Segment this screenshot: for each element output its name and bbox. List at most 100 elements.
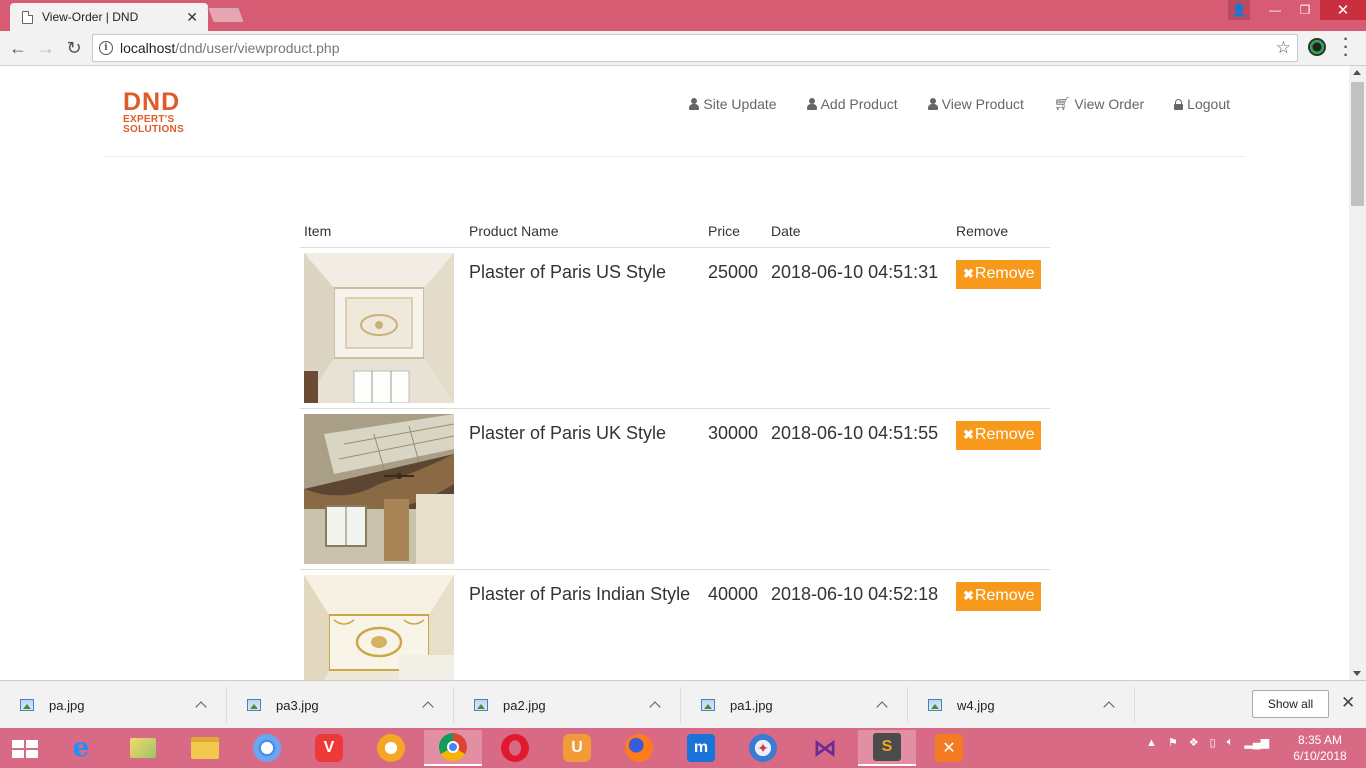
browser-tab[interactable]: View-Order | DND ✕ xyxy=(10,3,208,31)
tab-close-icon[interactable]: ✕ xyxy=(186,9,198,26)
item-cell xyxy=(300,247,465,409)
nav-site-update[interactable]: Site Update xyxy=(689,96,777,112)
flag-icon[interactable]: ⚑ xyxy=(1168,736,1178,749)
back-arrow-icon[interactable]: ← xyxy=(7,37,29,59)
volume-icon[interactable]: 🔈︎ xyxy=(1227,736,1234,749)
download-item[interactable]: pa.jpg xyxy=(0,687,227,723)
bookmark-star-icon[interactable]: ☆ xyxy=(1276,38,1291,58)
close-icon: ✖ xyxy=(963,266,974,281)
vivaldi-icon[interactable]: V xyxy=(300,730,358,766)
address-bar[interactable]: i localhost/dnd/user/viewproduct.php ☆ xyxy=(92,34,1298,62)
remove-label: Remove xyxy=(974,426,1035,443)
column-header-price: Price xyxy=(704,216,767,248)
nav-label: View Order xyxy=(1074,96,1145,112)
column-header-date: Date xyxy=(767,216,952,248)
download-item[interactable]: w4.jpg xyxy=(908,687,1135,723)
scrollbar-thumb[interactable] xyxy=(1351,82,1364,206)
logo-sub-text-2: SOLUTIONS xyxy=(123,124,185,135)
remove-button[interactable]: ✖ Remove xyxy=(956,259,1042,289)
close-icon: ✖ xyxy=(963,588,974,603)
chromium-icon[interactable] xyxy=(238,730,296,766)
xampp-icon[interactable]: ✕ xyxy=(920,730,978,766)
nav-view-product[interactable]: View Product xyxy=(927,96,1024,112)
battery-icon[interactable]: ▯ xyxy=(1210,736,1216,749)
show-all-button[interactable]: Show all xyxy=(1252,690,1329,718)
download-item[interactable]: pa2.jpg xyxy=(454,687,681,723)
lock-icon xyxy=(1174,98,1184,110)
tray-expand-icon[interactable]: ▲ xyxy=(1146,737,1157,749)
remove-button[interactable]: ✖ Remove xyxy=(956,420,1042,450)
download-item[interactable]: pa3.jpg xyxy=(227,687,454,723)
chevron-up-icon[interactable] xyxy=(423,700,433,710)
close-icon[interactable]: ✕ xyxy=(1341,693,1355,713)
sublime-text-icon[interactable]: S xyxy=(858,730,916,766)
url-host: localhost xyxy=(120,40,176,56)
maxthon-icon[interactable]: m xyxy=(672,730,730,766)
remove-cell: ✖ Remove xyxy=(952,408,1050,570)
new-tab-button[interactable] xyxy=(207,7,245,23)
taskbar-clock[interactable]: 8:35 AM 6/10/2018 xyxy=(1290,732,1350,764)
nav-view-order[interactable]: 🛒︎ View Order xyxy=(1054,96,1144,112)
browser-menu-icon[interactable]: · · · xyxy=(1340,32,1352,64)
site-logo[interactable]: DND EXPERT'S SOLUTIONS xyxy=(123,90,184,135)
nav-add-product[interactable]: Add Product xyxy=(806,96,898,112)
table-header-row: Item Product Name Price Date Remove xyxy=(300,216,1050,248)
chevron-up-icon[interactable] xyxy=(196,700,206,710)
page-icon xyxy=(22,10,33,24)
product-name: Plaster of Paris Indian Style xyxy=(465,569,704,680)
profile-icon[interactable]: 👤 xyxy=(1228,0,1250,20)
firefox-icon[interactable] xyxy=(610,730,668,766)
window-controls: 👤 — ❐ ✕ xyxy=(1228,0,1366,20)
product-name: Plaster of Paris UK Style xyxy=(465,408,704,570)
network-icon[interactable]: ▂▄▆ xyxy=(1244,736,1269,749)
page-viewport: DND EXPERT'S SOLUTIONS Site Update Add P… xyxy=(0,66,1349,680)
remove-button[interactable]: ✖ Remove xyxy=(956,581,1042,611)
chevron-up-icon[interactable] xyxy=(1104,700,1114,710)
download-filename: pa3.jpg xyxy=(276,697,319,713)
image-file-icon xyxy=(247,699,261,711)
chevron-up-icon[interactable] xyxy=(877,700,887,710)
nav-logout[interactable]: Logout xyxy=(1174,96,1230,112)
download-filename: pa.jpg xyxy=(49,697,85,713)
safari-icon[interactable]: ✦ xyxy=(734,730,792,766)
header-divider xyxy=(104,156,1245,157)
scroll-up-icon[interactable] xyxy=(1353,70,1361,75)
internet-explorer-icon[interactable]: e xyxy=(52,730,110,766)
table-row: Plaster of Paris US Style 25000 2018-06-… xyxy=(300,247,1050,409)
forward-arrow-icon[interactable]: → xyxy=(35,37,57,59)
page-scrollbar[interactable] xyxy=(1349,66,1366,680)
download-item[interactable]: pa1.jpg xyxy=(681,687,908,723)
chevron-up-icon[interactable] xyxy=(650,700,660,710)
uc-browser-orange-icon[interactable] xyxy=(362,730,420,766)
close-icon: ✖ xyxy=(963,427,974,442)
product-image xyxy=(304,253,454,403)
reload-icon[interactable]: ↻ xyxy=(63,37,85,59)
table-row: Plaster of Paris UK Style 30000 2018-06-… xyxy=(300,408,1050,570)
file-explorer-icon[interactable] xyxy=(176,730,234,766)
order-date: 2018-06-10 04:51:31 xyxy=(767,247,952,409)
window-close-button[interactable]: ✕ xyxy=(1320,0,1366,20)
info-icon[interactable]: i xyxy=(99,41,113,55)
dropbox-icon[interactable]: ❖ xyxy=(1189,736,1199,749)
nav-label: Add Product xyxy=(820,96,898,112)
item-cell xyxy=(300,569,465,680)
minimize-button[interactable]: — xyxy=(1260,0,1290,20)
uc-browser-icon[interactable]: U xyxy=(548,730,606,766)
visual-studio-icon[interactable]: ⋈ xyxy=(796,730,854,766)
scroll-down-icon[interactable] xyxy=(1353,671,1361,676)
remove-cell: ✖ Remove xyxy=(952,569,1050,680)
windows-start-icon[interactable] xyxy=(12,740,38,758)
clock-time: 8:35 AM xyxy=(1297,733,1343,747)
extension-icon[interactable] xyxy=(1308,38,1326,56)
system-tray: ▲ ⚑ ❖ ▯ 🔈︎ ▂▄▆ xyxy=(1146,736,1280,749)
logo-main-text: DND xyxy=(123,88,181,116)
photos-icon[interactable] xyxy=(114,730,172,766)
restore-button[interactable]: ❐ xyxy=(1290,0,1320,20)
table-row: Plaster of Paris Indian Style 40000 2018… xyxy=(300,569,1050,680)
main-nav: Site Update Add Product View Product 🛒︎ … xyxy=(659,96,1230,112)
opera-icon[interactable] xyxy=(486,730,544,766)
remove-cell: ✖ Remove xyxy=(952,247,1050,409)
download-shelf: pa.jpg pa3.jpg pa2.jpg pa1.jpg w4.jpg Sh… xyxy=(0,680,1366,728)
chrome-icon[interactable] xyxy=(424,730,482,766)
cart-icon: 🛒︎ xyxy=(1053,96,1071,111)
